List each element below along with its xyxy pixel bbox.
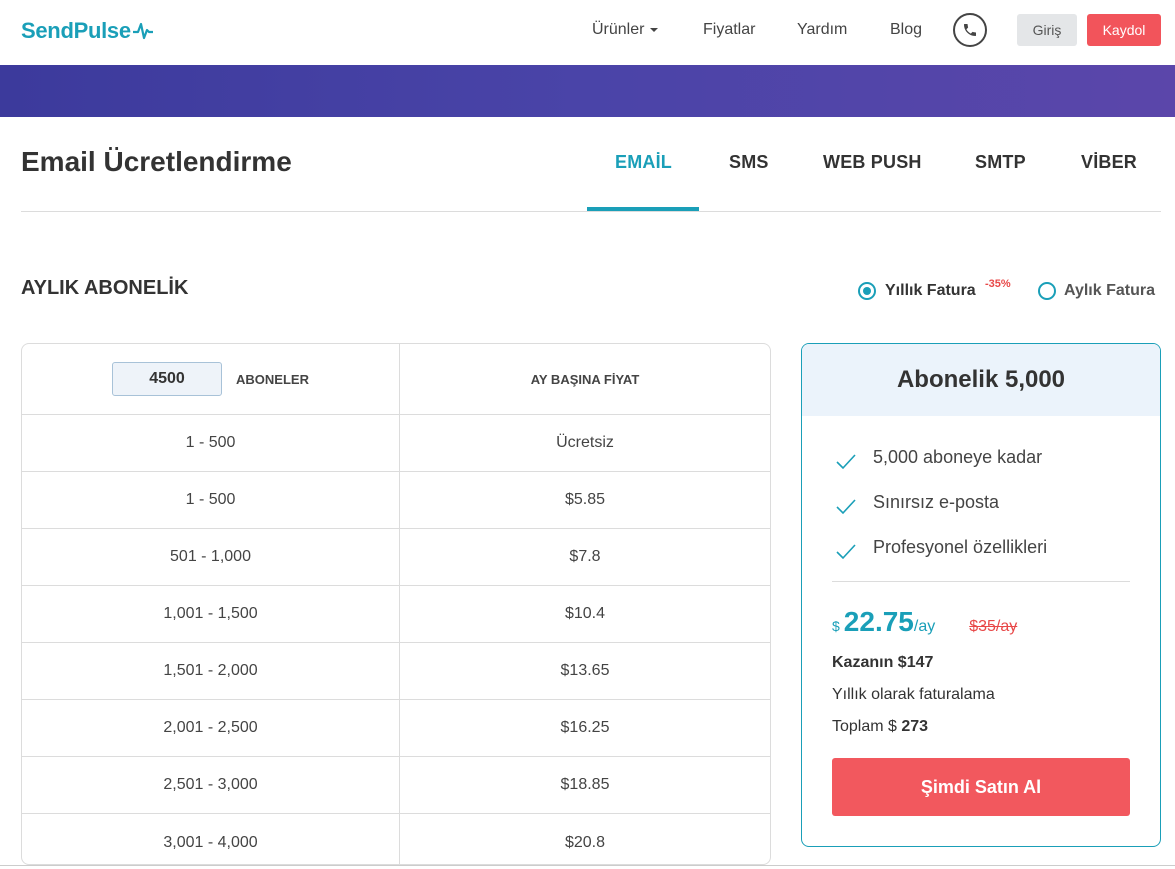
radio-monthly[interactable]	[1038, 282, 1056, 300]
nav-item-products[interactable]: Ürünler	[592, 20, 659, 40]
table-row: 501 - 1,000 $7.8	[22, 529, 770, 586]
buy-now-button[interactable]: Şimdi Satın Al	[832, 758, 1130, 816]
range-cell: 3,001 - 4,000	[163, 833, 258, 851]
price-header: AY BAŞINA FİYAT	[530, 371, 640, 387]
price-cell: $13.65	[560, 662, 610, 679]
plan-title: Abonelik 5,000	[802, 344, 1160, 416]
nav-item-blog[interactable]: Blog	[890, 20, 922, 40]
plan-card: Abonelik 5,000 5,000 aboneye kadar Sınır…	[801, 343, 1161, 847]
total-price: Toplam $ 273	[832, 718, 929, 735]
column-divider	[399, 344, 400, 414]
price-cell: $16.25	[560, 719, 610, 736]
price-cell: Ücretsiz	[556, 434, 614, 451]
column-divider	[399, 814, 400, 864]
nav-item-help[interactable]: Yardım	[797, 20, 847, 40]
subscribers-header: ABONELER	[22, 344, 399, 414]
tab-email[interactable]: EMAİL	[615, 152, 672, 173]
phone-icon	[964, 24, 976, 36]
plan-feature: Sınırsız e-posta	[835, 491, 999, 515]
plan-price: $ 22.75 /ay $35/ay	[832, 606, 1017, 638]
table-row: 2,501 - 3,000 $18.85	[22, 757, 770, 814]
column-divider	[399, 643, 400, 699]
top-navigation: SendPulse Ürünler Fiyatlar Yardım Blog G…	[0, 0, 1175, 65]
price-cell: $20.8	[564, 833, 606, 851]
price-cell: $5.85	[564, 491, 606, 508]
table-row: 1 - 500 $5.85	[22, 472, 770, 529]
subscribers-label: ABONELER	[236, 371, 309, 387]
plan-feature: Profesyonel özellikleri	[835, 536, 1047, 560]
nav-item-pricing[interactable]: Fiyatlar	[703, 20, 755, 40]
sendpulse-logo[interactable]: SendPulse	[21, 17, 153, 45]
login-button[interactable]: Giriş	[1017, 14, 1077, 46]
radio-yearly[interactable]	[858, 282, 876, 300]
price-period: /ay	[913, 618, 936, 635]
price-currency: $	[832, 618, 840, 634]
table-row: 3,001 - 4,000 $20.8	[22, 814, 770, 864]
savings-text: Kazanın $147	[832, 654, 934, 671]
table-row: 1 - 500 Ücretsiz	[22, 415, 770, 472]
old-price: $35/ay	[969, 618, 1018, 635]
radio-yearly-label[interactable]: Yıllık Fatura	[885, 282, 976, 300]
pricing-table: ABONELER AY BAŞINA FİYAT 1 - 500 Ücretsi…	[21, 343, 771, 865]
card-divider	[832, 581, 1130, 582]
pulse-icon	[132, 22, 153, 40]
table-row: 1,001 - 1,500 $10.4	[22, 586, 770, 643]
radio-monthly-label[interactable]: Aylık Fatura	[1064, 282, 1155, 300]
check-icon	[836, 499, 856, 515]
table-row: 2,001 - 2,500 $16.25	[22, 700, 770, 757]
page-bottom-divider	[0, 865, 1175, 866]
check-icon	[836, 544, 856, 560]
price-cell: $18.85	[560, 776, 610, 793]
tabs-divider	[21, 211, 1161, 212]
signup-button[interactable]: Kaydol	[1087, 14, 1161, 46]
table-header-row: ABONELER AY BAŞINA FİYAT	[22, 344, 770, 415]
check-icon	[836, 454, 856, 470]
range-cell: 501 - 1,000	[170, 548, 251, 565]
range-cell: 2,001 - 2,500	[163, 719, 258, 736]
column-divider	[399, 586, 400, 642]
range-cell: 1,501 - 2,000	[163, 662, 258, 679]
price-cell: $7.8	[569, 548, 601, 565]
plan-feature: 5,000 aboneye kadar	[835, 446, 1042, 470]
subscribers-input[interactable]	[112, 362, 223, 396]
hero-banner	[0, 65, 1175, 117]
price-amount: 22.75	[843, 606, 914, 637]
column-divider	[399, 415, 400, 471]
discount-badge: -35%	[985, 278, 1011, 290]
caret-down-icon	[650, 27, 659, 32]
table-row: 1,501 - 2,000 $13.65	[22, 643, 770, 700]
phone-button[interactable]	[953, 13, 987, 47]
tab-viber[interactable]: VİBER	[1081, 152, 1137, 173]
logo-text: SendPulse	[21, 18, 131, 43]
tab-web-push[interactable]: WEB PUSH	[823, 152, 922, 173]
range-cell: 2,501 - 3,000	[163, 776, 258, 793]
range-cell: 1,001 - 1,500	[163, 605, 258, 622]
tab-sms[interactable]: SMS	[729, 152, 769, 173]
range-cell: 1 - 500	[185, 434, 236, 451]
billing-note: Yıllık olarak faturalama	[832, 686, 995, 703]
section-title: AYLIK ABONELİK	[21, 277, 189, 299]
column-divider	[399, 757, 400, 813]
column-divider	[399, 700, 400, 756]
column-divider	[399, 529, 400, 585]
tab-smtp[interactable]: SMTP	[975, 152, 1026, 173]
range-cell: 1 - 500	[185, 491, 236, 508]
page-title: Email Ücretlendirme	[21, 146, 292, 177]
price-cell: $10.4	[564, 605, 606, 622]
column-divider	[399, 472, 400, 528]
